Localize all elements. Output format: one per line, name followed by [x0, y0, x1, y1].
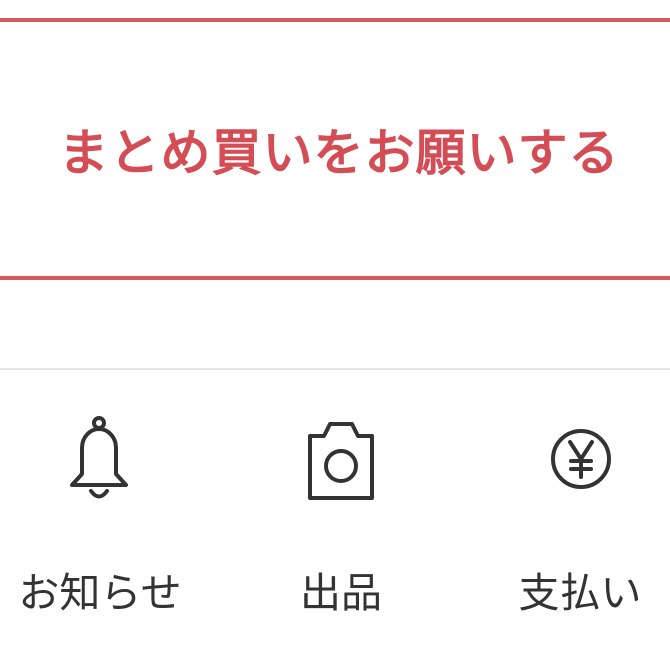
bell-icon: [70, 416, 128, 499]
tab-listing-label: 出品: [300, 569, 382, 617]
bulk-purchase-button[interactable]: まとめ買いをお願いする: [0, 18, 670, 280]
tab-payment-label: 支払い: [518, 569, 642, 617]
camera-icon: [308, 422, 374, 500]
bulk-purchase-label: まとめ買いをお願いする: [58, 124, 620, 182]
tab-notifications[interactable]: お知らせ: [0, 370, 200, 672]
bottom-tab-bar: お知らせ 出品 支払い: [0, 368, 670, 672]
tab-notifications-label: お知らせ: [18, 569, 182, 617]
tab-payment[interactable]: 支払い: [480, 370, 670, 672]
yen-icon: [551, 429, 611, 489]
tab-listing[interactable]: 出品: [241, 370, 441, 672]
